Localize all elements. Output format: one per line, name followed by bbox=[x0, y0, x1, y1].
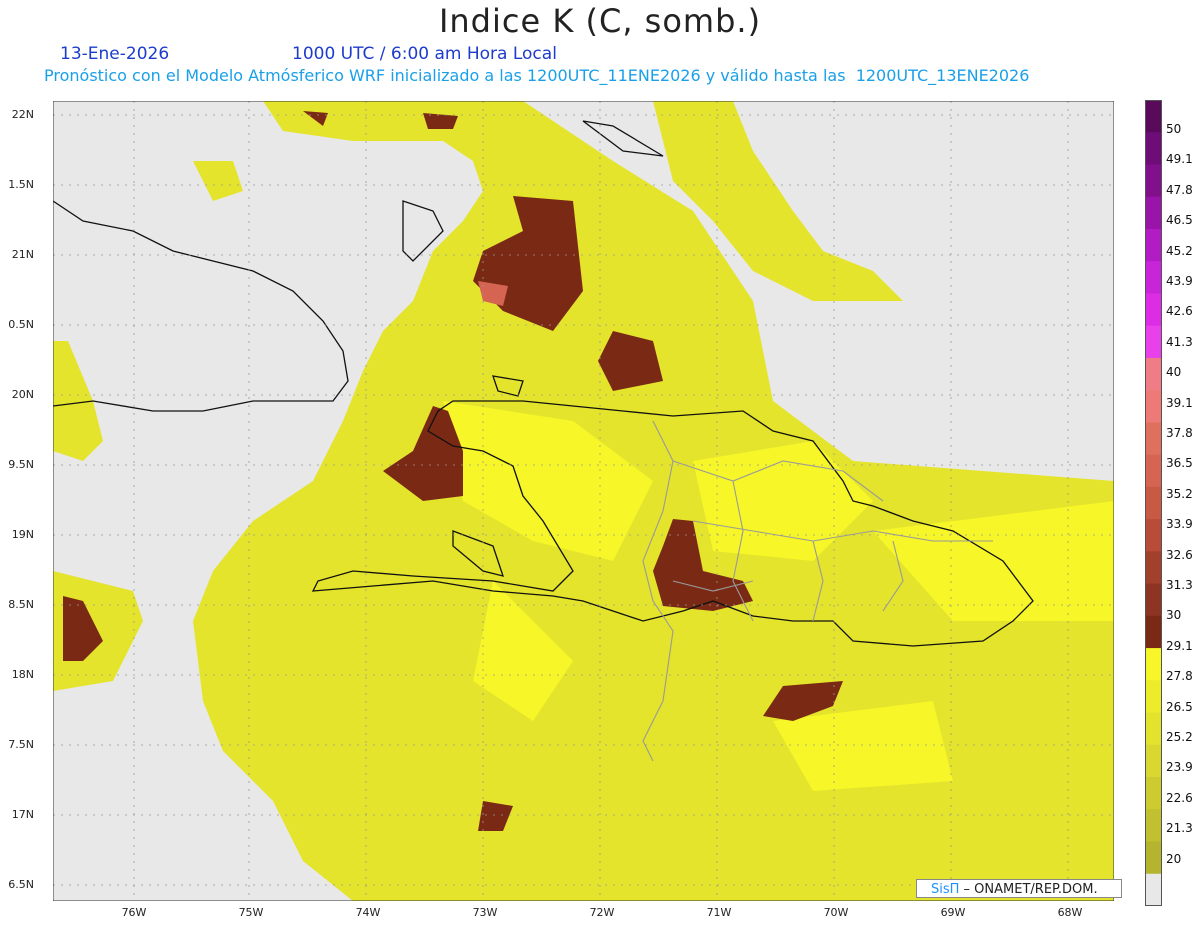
colorbar-label: 29.1 bbox=[1166, 638, 1193, 653]
colorbar-label: 32.6 bbox=[1166, 547, 1193, 562]
lon-label: 74W bbox=[355, 906, 381, 919]
lat-label: 0.5N bbox=[8, 318, 34, 331]
colorbar-swatch bbox=[1145, 422, 1162, 456]
colorbar-label: 26.5 bbox=[1166, 699, 1193, 714]
lat-label: 21N bbox=[11, 248, 34, 261]
lon-label: 75W bbox=[238, 906, 264, 919]
colorbar-swatch bbox=[1145, 519, 1162, 552]
colorbar-label: 20 bbox=[1166, 851, 1182, 866]
credit-text: – ONAMET/REP.DOM. bbox=[959, 882, 1098, 897]
lon-label: 71W bbox=[706, 906, 732, 919]
colorbar-swatch bbox=[1145, 293, 1162, 327]
lon-label: 76W bbox=[121, 906, 147, 919]
credit-brand: SisΠ bbox=[931, 882, 960, 897]
colorbar-label: 37.8 bbox=[1166, 426, 1193, 440]
colorbar-label: 43.9 bbox=[1166, 274, 1193, 288]
colorbar-swatch bbox=[1145, 744, 1162, 778]
colorbar-swatch bbox=[1145, 615, 1162, 649]
colorbar-swatch bbox=[1145, 551, 1162, 585]
colorbar-label: 39.1 bbox=[1166, 395, 1193, 410]
colorbar-label: 45.2 bbox=[1166, 243, 1193, 258]
lon-label: 72W bbox=[589, 906, 615, 919]
lat-label: 1.5N bbox=[8, 178, 34, 191]
lat-label: 8.5N bbox=[8, 598, 34, 611]
colorbar-label: 30 bbox=[1166, 608, 1182, 623]
colorbar-swatch bbox=[1145, 228, 1162, 262]
lon-label: 69W bbox=[940, 906, 966, 919]
colorbar-label: 42.6 bbox=[1166, 304, 1193, 319]
colorbar-label: 41.3 bbox=[1166, 334, 1193, 349]
colorbar-label: 33.9 bbox=[1166, 517, 1193, 532]
colorbar bbox=[1145, 100, 1162, 906]
credit-box: SisΠ – ONAMET/REP.DOM. bbox=[916, 879, 1122, 898]
colorbar-swatch bbox=[1145, 712, 1162, 746]
colorbar-swatch bbox=[1145, 809, 1162, 843]
colorbar-swatch bbox=[1145, 648, 1162, 681]
lon-label: 68W bbox=[1057, 906, 1083, 919]
colorbar-label: 25.2 bbox=[1166, 730, 1193, 744]
colorbar-swatch bbox=[1145, 357, 1162, 391]
colorbar-label: 50 bbox=[1166, 122, 1182, 136]
colorbar-label: 35.2 bbox=[1166, 486, 1193, 501]
forecast-subtitle: Pronóstico con el Modelo Atmósferico WRF… bbox=[44, 66, 1030, 85]
lat-label: 19N bbox=[11, 528, 34, 541]
lat-label: 6.5N bbox=[8, 878, 34, 891]
colorbar-swatch bbox=[1145, 583, 1162, 617]
lon-label: 73W bbox=[472, 906, 498, 919]
date-label: 13-Ene-2026 bbox=[60, 44, 170, 64]
colorbar-swatch bbox=[1145, 196, 1162, 230]
lat-label: 7.5N bbox=[8, 738, 34, 751]
colorbar-swatch bbox=[1145, 164, 1162, 198]
colorbar-swatch bbox=[1145, 454, 1162, 488]
colorbar-label: 46.5 bbox=[1166, 213, 1193, 228]
lat-label: 9.5N bbox=[8, 458, 34, 471]
colorbar-label: 31.3 bbox=[1166, 578, 1193, 592]
lon-label: 70W bbox=[823, 906, 849, 919]
time-label: 1000 UTC / 6:00 am Hora Local bbox=[292, 44, 557, 64]
lat-label: 17N bbox=[11, 808, 34, 821]
colorbar-swatch bbox=[1145, 132, 1162, 165]
colorbar-swatch bbox=[1145, 873, 1162, 906]
colorbar-label: 47.8 bbox=[1166, 182, 1193, 197]
k-index-map bbox=[53, 101, 1114, 901]
colorbar-label: 27.8 bbox=[1166, 669, 1193, 684]
colorbar-swatch bbox=[1145, 325, 1162, 359]
colorbar-swatch bbox=[1145, 390, 1162, 423]
lat-label: 18N bbox=[11, 668, 34, 681]
colorbar-swatch bbox=[1145, 680, 1162, 714]
colorbar-label: 23.9 bbox=[1166, 760, 1193, 775]
colorbar-swatch bbox=[1145, 777, 1162, 810]
colorbar-label: 40 bbox=[1166, 365, 1182, 380]
colorbar-swatch bbox=[1145, 486, 1162, 520]
chart-title: Indice K (C, somb.) bbox=[438, 2, 762, 40]
lat-label: 20N bbox=[11, 388, 34, 401]
colorbar-swatch bbox=[1145, 841, 1162, 875]
colorbar-swatch bbox=[1145, 261, 1162, 294]
colorbar-swatch bbox=[1145, 100, 1162, 133]
lat-label: 22N bbox=[11, 108, 34, 121]
colorbar-label: 36.5 bbox=[1166, 456, 1193, 471]
colorbar-label: 21.3 bbox=[1166, 821, 1193, 836]
colorbar-label: 49.1 bbox=[1166, 152, 1193, 167]
colorbar-label: 22.6 bbox=[1166, 790, 1193, 805]
